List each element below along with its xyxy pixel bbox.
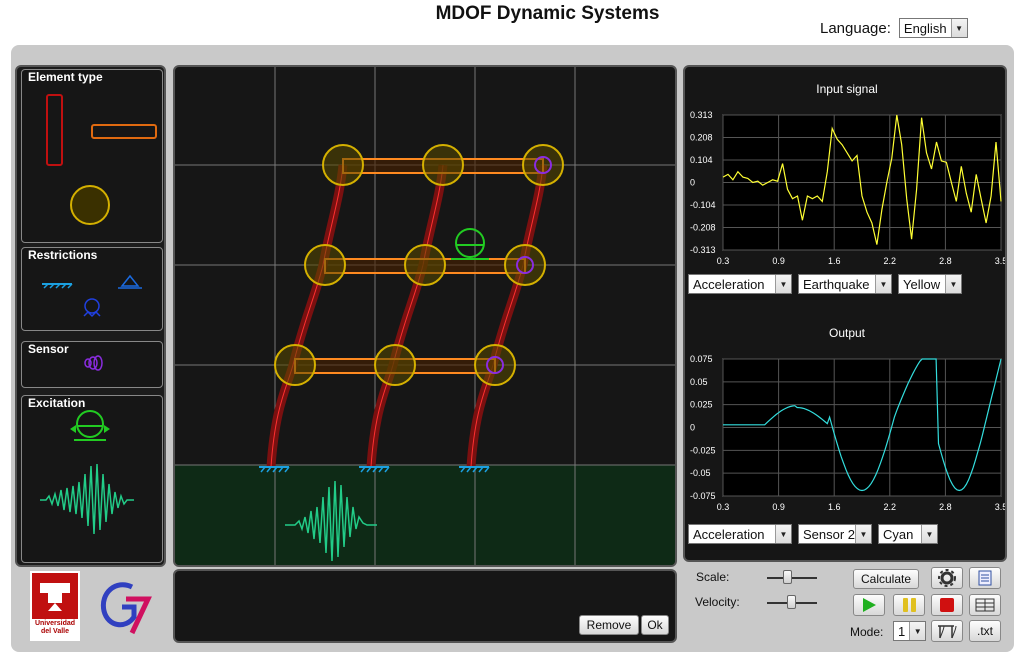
chevron-down-icon: ▼: [950, 19, 967, 37]
output-plot-ytick: 0.075: [690, 354, 713, 364]
output-plot-title: Output: [828, 326, 866, 340]
input-quantity-select[interactable]: Acceleration ▼: [688, 274, 792, 294]
sensor-icon[interactable]: [84, 355, 103, 371]
mode-shape-icon: [938, 625, 957, 639]
output-plot-ytick: -0.025: [690, 445, 716, 455]
output-plot-ytick: 0.025: [690, 400, 713, 410]
chevron-down-icon: ▼: [909, 622, 926, 640]
input-plot-ytick: -0.313: [690, 245, 716, 255]
motor-excitation-icon[interactable]: [70, 410, 110, 441]
beam-element-icon[interactable]: [91, 124, 157, 139]
stop-button[interactable]: [931, 594, 963, 616]
play-icon: [863, 598, 876, 612]
output-plot-xtick: 2.2: [884, 502, 897, 512]
remove-button[interactable]: Remove: [579, 615, 639, 635]
structure-masses: [274, 144, 564, 386]
earthquake-excitation-icon[interactable]: [40, 463, 134, 535]
input-selects: Acceleration ▼ Earthquake ▼ Yellow ▼: [688, 274, 962, 294]
output-quantity-select[interactable]: Acceleration ▼: [688, 524, 792, 544]
scale-label: Scale:: [696, 570, 730, 584]
input-plot-xtick: 3.5: [995, 256, 1005, 266]
stop-icon: [940, 598, 954, 612]
output-plot-xtick: 3.5: [995, 502, 1005, 512]
input-plot-xtick: 0.3: [717, 256, 730, 266]
output-plot-xtick: 0.3: [717, 502, 730, 512]
motor-excitation: [451, 228, 489, 260]
plots-panel: Input signal 0.3 0.9 1.6 2.2 2.8 3.5 0.313 0.20…: [683, 65, 1007, 562]
output-plot-ytick: -0.075: [690, 491, 716, 501]
input-source-select[interactable]: Earthquake ▼: [798, 274, 892, 294]
language-selector: Language: English ▼: [820, 18, 968, 38]
input-signal-plot: 0.3 0.9 1.6 2.2 2.8 3.5 0.313 0.208 0.104 0 -0.104…: [690, 110, 1005, 266]
output-plot-xtick: 1.6: [828, 502, 841, 512]
scale-slider-track[interactable]: [767, 577, 817, 579]
scale-slider-thumb[interactable]: [783, 570, 792, 584]
pinned-support-icon[interactable]: [118, 274, 142, 289]
mode-shape-button[interactable]: [931, 620, 963, 642]
message-panel: Remove Ok: [173, 569, 677, 643]
output-plot-xtick: 0.9: [772, 502, 785, 512]
input-plot-title: Input signal: [816, 82, 878, 96]
input-plot-ytick: 0.313: [690, 110, 713, 120]
mass-element-icon[interactable]: [70, 185, 110, 225]
spring-support-icon[interactable]: [83, 298, 101, 318]
output-plot-ytick: -0.05: [690, 468, 711, 478]
input-plot-xtick: 0.9: [772, 256, 785, 266]
output-sensor-select[interactable]: Sensor 2 ▼: [798, 524, 872, 544]
calculate-button[interactable]: Calculate: [853, 569, 919, 589]
settings-icon: [938, 569, 956, 587]
pause-icon: [903, 598, 916, 612]
structure-canvas[interactable]: [173, 65, 677, 567]
output-selects: Acceleration ▼ Sensor 2 ▼ Cyan ▼: [688, 524, 938, 544]
table-icon: [975, 598, 995, 612]
structure-columns: [266, 164, 548, 468]
input-plot-ytick: -0.208: [690, 223, 716, 233]
restrictions-section: Restrictions: [21, 247, 163, 331]
language-label: Language:: [820, 19, 891, 37]
university-name: Universidad del Valle: [34, 620, 76, 635]
fixed-support-icon[interactable]: [42, 283, 73, 289]
g7-logo: [96, 573, 152, 637]
output-color-select[interactable]: Cyan ▼: [878, 524, 938, 544]
input-plot-ytick: 0.104: [690, 155, 713, 165]
element-type-section: Element type: [21, 69, 163, 243]
input-plot-ytick: 0: [690, 178, 695, 188]
language-value: English: [903, 20, 947, 36]
mode-select[interactable]: 1 ▼: [893, 621, 927, 641]
table-button[interactable]: [969, 594, 1001, 616]
pause-button[interactable]: [893, 594, 925, 616]
input-color-select[interactable]: Yellow ▼: [898, 274, 962, 294]
element-palette: Element type Restrictions Sensor Excitat…: [15, 65, 166, 567]
output-signal-plot: 0.3 0.9 1.6 2.2 2.8 3.5 0.075 0.05 0.025 0 -0.025 -…: [690, 354, 1005, 512]
mode-label: Mode:: [850, 625, 884, 639]
output-plot-ytick: 0: [690, 423, 695, 433]
export-txt-button[interactable]: .txt: [969, 620, 1001, 642]
play-button[interactable]: [853, 594, 885, 616]
velocity-label: Velocity:: [695, 595, 740, 609]
column-element-icon[interactable]: [46, 94, 63, 166]
settings-button[interactable]: [931, 567, 963, 589]
input-plot-xtick: 1.6: [828, 256, 841, 266]
sensor-section: Sensor: [21, 341, 163, 388]
notes-icon: [978, 570, 992, 586]
input-plot-xtick: 2.2: [884, 256, 897, 266]
notes-button[interactable]: [969, 567, 1001, 589]
input-plot-ytick: -0.104: [690, 200, 716, 210]
output-plot-xtick: 2.8: [939, 502, 952, 512]
language-select[interactable]: English ▼: [898, 18, 968, 38]
excitation-section: Excitation: [21, 395, 163, 563]
output-plot-ytick: 0.05: [690, 377, 708, 387]
ok-button[interactable]: Ok: [641, 615, 669, 635]
input-plot-xtick: 2.8: [939, 256, 952, 266]
velocity-slider-thumb[interactable]: [787, 595, 796, 609]
input-plot-ytick: 0.208: [690, 133, 713, 143]
